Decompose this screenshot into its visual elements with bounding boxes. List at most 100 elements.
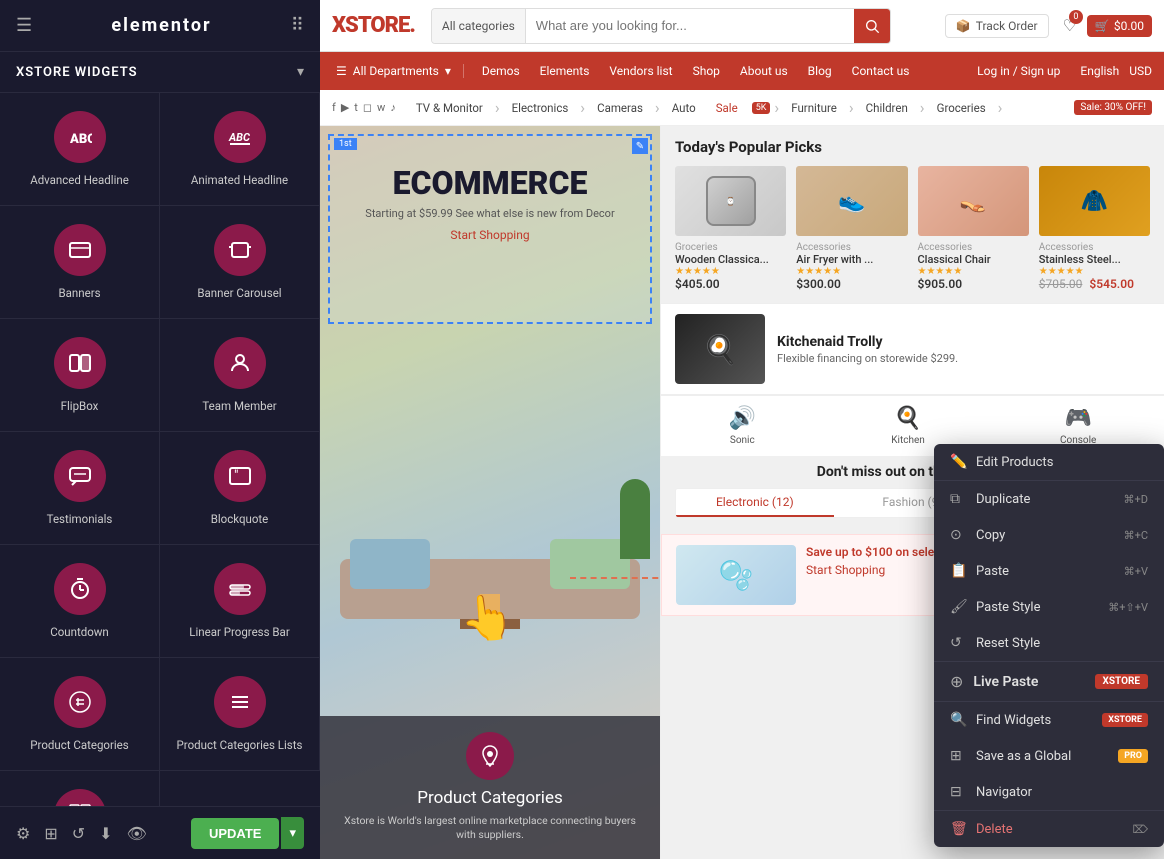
cat-furniture[interactable]: Furniture bbox=[783, 101, 845, 115]
product-card-2[interactable]: 👡 Accessories Classical Chair ★★★★★ $905… bbox=[918, 166, 1029, 291]
product-card-1[interactable]: 👟 Accessories Air Fryer with ... ★★★★★ $… bbox=[796, 166, 907, 291]
widget-product-categories-lists[interactable]: Product Categories Lists bbox=[160, 658, 320, 771]
delete-shortcut: ⌦ bbox=[1132, 823, 1148, 836]
facebook-icon[interactable]: f bbox=[332, 101, 336, 114]
product-categories-overlay: Product Categories Xstore is World's lar… bbox=[320, 716, 660, 859]
history-icon[interactable]: ↺ bbox=[72, 824, 85, 843]
widget-label-product-categories-lists: Product Categories Lists bbox=[177, 738, 303, 752]
nav-vendors[interactable]: Vendors list bbox=[599, 64, 682, 78]
cat-auto[interactable]: Auto bbox=[664, 101, 704, 115]
track-order-button[interactable]: 📦 Track Order bbox=[945, 14, 1049, 38]
product-card-0[interactable]: ⌚ Groceries Wooden Classica... ★★★★★ $40… bbox=[675, 166, 786, 291]
promo-image: 🫧 bbox=[676, 545, 796, 605]
settings-icon[interactable]: ⚙ bbox=[16, 824, 30, 843]
widget-advanced-headline[interactable]: ABC Advanced Headline bbox=[0, 93, 160, 206]
whatsapp-icon[interactable]: w bbox=[377, 101, 385, 114]
find-widgets-label: Find Widgets bbox=[976, 713, 1102, 728]
nav-contact[interactable]: Contact us bbox=[842, 64, 920, 78]
eye-icon[interactable]: 👁 bbox=[127, 824, 147, 843]
download-icon[interactable]: ⬇ bbox=[99, 824, 112, 843]
live-paste-icon: ⊕ bbox=[950, 672, 963, 691]
widget-label-animated-headline: Animated Headline bbox=[191, 173, 288, 187]
departments-menu[interactable]: ☰ All Departments ▾ bbox=[332, 64, 464, 78]
context-reset-style[interactable]: ↺ Reset Style bbox=[934, 625, 1164, 661]
context-delete[interactable]: 🗑 Delete ⌦ bbox=[934, 811, 1164, 847]
widget-linear-progress-bar[interactable]: Linear Progress Bar bbox=[160, 545, 320, 658]
widget-banners[interactable]: Banners bbox=[0, 206, 160, 319]
context-edit-products[interactable]: ✏️ Edit Products bbox=[934, 444, 1164, 480]
cat-groceries[interactable]: Groceries bbox=[929, 101, 994, 115]
widget-icon-flipbox bbox=[54, 337, 106, 389]
instagram-icon[interactable]: ◻ bbox=[363, 101, 372, 114]
chevron-down-icon[interactable]: ▾ bbox=[297, 64, 304, 80]
wishlist-button[interactable]: ♡ 0 bbox=[1063, 16, 1077, 35]
widget-team-member[interactable]: Team Member bbox=[160, 319, 320, 432]
youtube-icon[interactable]: ▶ bbox=[341, 101, 349, 114]
widget-icon-team-member bbox=[214, 337, 266, 389]
nav-blog[interactable]: Blog bbox=[798, 64, 842, 78]
layers-icon[interactable]: ⊞ bbox=[44, 824, 57, 843]
tab-electronic[interactable]: Electronic (12) bbox=[676, 489, 834, 517]
widget-banner-carousel[interactable]: Banner Carousel bbox=[160, 206, 320, 319]
banner-content: ECOMMERCE Starting at $59.99 See what el… bbox=[330, 136, 650, 252]
nav-about[interactable]: About us bbox=[730, 64, 798, 78]
banner-cta[interactable]: Start Shopping bbox=[350, 228, 630, 242]
tiktok-icon[interactable]: ♪ bbox=[390, 101, 396, 114]
widget-product-categories[interactable]: Product Categories bbox=[0, 658, 160, 771]
search-input[interactable] bbox=[526, 9, 854, 43]
paste-shortcut: ⌘+V bbox=[1124, 565, 1148, 578]
nav-shop[interactable]: Shop bbox=[683, 64, 730, 78]
cat-icon-sonic[interactable]: 🔊 Sonic bbox=[729, 406, 756, 446]
paste-style-shortcut: ⌘+⇧+V bbox=[1108, 601, 1148, 614]
dashed-connector bbox=[570, 577, 660, 579]
sale-promo-badge[interactable]: Sale: 30% OFF! bbox=[1074, 100, 1152, 115]
language-selector[interactable]: English bbox=[1080, 64, 1119, 78]
context-copy[interactable]: ⊙ Copy ⌘+C bbox=[934, 517, 1164, 553]
search-button[interactable] bbox=[854, 9, 890, 43]
grid-icon[interactable]: ⠿ bbox=[291, 15, 304, 36]
nav-elements[interactable]: Elements bbox=[530, 64, 600, 78]
context-navigator[interactable]: ⊟ Navigator bbox=[934, 774, 1164, 810]
hamburger-icon[interactable]: ☰ bbox=[16, 15, 32, 36]
cart-button[interactable]: 🛒 $0.00 bbox=[1087, 15, 1152, 37]
currency-selector[interactable]: USD bbox=[1129, 64, 1152, 78]
cat-tv-monitor[interactable]: TV & Monitor bbox=[408, 101, 491, 115]
widget-countdown[interactable]: Countdown bbox=[0, 545, 160, 658]
cat-cameras[interactable]: Cameras bbox=[589, 101, 651, 115]
context-paste-style[interactable]: 🖌 Paste Style ⌘+⇧+V bbox=[934, 589, 1164, 625]
update-button[interactable]: UPDATE bbox=[191, 818, 279, 849]
sale-price-3: $545.00 bbox=[1089, 277, 1134, 291]
product-card-3[interactable]: 🧥 Accessories Stainless Steel... ★★★★★ $… bbox=[1039, 166, 1150, 291]
nav-login[interactable]: Log in / Sign up bbox=[967, 64, 1070, 78]
widget-testimonials[interactable]: Testimonials bbox=[0, 432, 160, 545]
cat-electronics[interactable]: Electronics bbox=[504, 101, 577, 115]
navbar: ☰ All Departments ▾ Demos Elements Vendo… bbox=[320, 52, 1164, 90]
context-find-widgets[interactable]: 🔍 Find Widgets XSTORE bbox=[934, 702, 1164, 738]
search-bar: All categories bbox=[431, 8, 891, 44]
widget-flipbox[interactable]: FlipBox bbox=[0, 319, 160, 432]
search-category-dropdown[interactable]: All categories bbox=[432, 9, 526, 43]
widget-icon-banner-carousel bbox=[214, 224, 266, 276]
save-icon: ⊞ bbox=[950, 748, 966, 764]
nav-demos[interactable]: Demos bbox=[472, 64, 530, 78]
edit-icon: ✏️ bbox=[950, 454, 966, 470]
cat-sale[interactable]: Sale bbox=[708, 101, 746, 115]
context-paste[interactable]: 📋 Paste ⌘+V bbox=[934, 553, 1164, 589]
widget-categories-masonry[interactable]: Categories Masonry bbox=[0, 771, 160, 806]
context-duplicate[interactable]: ⧉ Duplicate ⌘+D bbox=[934, 481, 1164, 517]
kitchenaid-appliance-icon: 🍳 bbox=[703, 333, 738, 366]
widget-blockquote[interactable]: " Blockquote bbox=[160, 432, 320, 545]
twitter-icon[interactable]: t bbox=[354, 101, 358, 114]
cat-icon-console[interactable]: 🎮 Console bbox=[1060, 406, 1096, 446]
cat-children[interactable]: Children bbox=[858, 101, 916, 115]
track-icon: 📦 bbox=[956, 19, 971, 33]
context-live-paste[interactable]: ⊕ Live Paste XSTORE bbox=[934, 662, 1164, 701]
context-save-global[interactable]: ⊞ Save as a Global PRO bbox=[934, 738, 1164, 774]
widget-animated-headline[interactable]: ABC Animated Headline bbox=[160, 93, 320, 206]
cat-icon-kitchen[interactable]: 🍳 Kitchen bbox=[891, 406, 925, 446]
widget-icon-advanced-headline: ABC bbox=[54, 111, 106, 163]
update-dropdown-button[interactable]: ▾ bbox=[281, 817, 304, 849]
edit-icon[interactable]: ✎ bbox=[632, 138, 648, 154]
widget-icon-countdown bbox=[54, 563, 106, 615]
product-img-shoes: 👟 bbox=[796, 166, 907, 236]
